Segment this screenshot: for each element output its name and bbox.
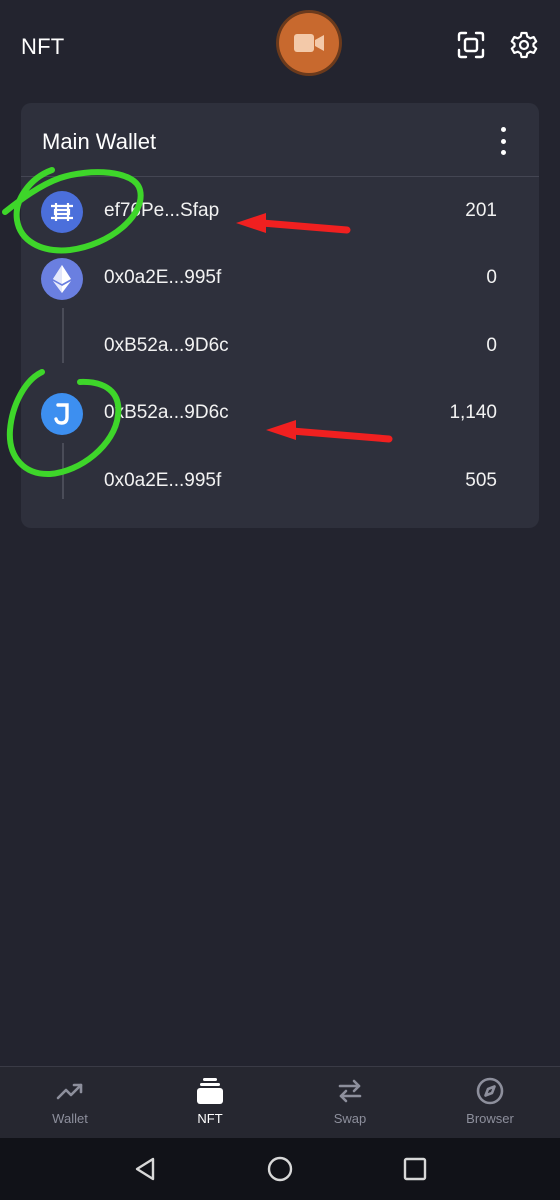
page-title: NFT bbox=[21, 34, 65, 59]
more-dot bbox=[500, 150, 506, 155]
divider bbox=[21, 176, 539, 177]
nav-label: Swap bbox=[333, 1111, 367, 1126]
wallet-address: 0xB52a...9D6c bbox=[104, 402, 229, 423]
wallet-row[interactable]: 0xB52a...9D6c 1,140 bbox=[21, 385, 539, 445]
wallet-card: Main Wallet ef76Pe...Sfap 201 0x0a2E...9… bbox=[21, 103, 539, 528]
system-nav-bar bbox=[0, 1138, 560, 1200]
wallet-amount: 0 bbox=[486, 335, 497, 356]
layers-coin-icon bbox=[41, 191, 83, 233]
system-home-button[interactable] bbox=[265, 1154, 295, 1184]
system-recents-button[interactable] bbox=[400, 1154, 430, 1184]
nav-wallet[interactable]: Wallet bbox=[0, 1067, 140, 1139]
top-bar: NFT bbox=[0, 0, 560, 96]
nav-label: Browser bbox=[466, 1111, 514, 1126]
screen-record-button[interactable] bbox=[279, 13, 339, 73]
wallet-address: 0x0a2E...995f bbox=[104, 470, 222, 491]
video-camera-icon bbox=[294, 34, 324, 52]
back-triangle-icon bbox=[135, 1157, 155, 1181]
wallet-amount: 201 bbox=[465, 200, 497, 221]
nav-label: Wallet bbox=[52, 1111, 88, 1126]
gear-icon bbox=[510, 31, 538, 59]
wallet-amount: 0 bbox=[486, 267, 497, 288]
ethereum-icon bbox=[41, 258, 83, 300]
nav-label: NFT bbox=[197, 1111, 223, 1126]
wallet-address: ef76Pe...Sfap bbox=[104, 200, 220, 221]
more-dot bbox=[500, 127, 506, 132]
more-options-button[interactable] bbox=[491, 127, 515, 155]
compass-icon bbox=[476, 1077, 504, 1105]
nav-nft[interactable]: NFT bbox=[140, 1067, 280, 1139]
settings-button[interactable] bbox=[509, 30, 539, 60]
wallet-row[interactable]: 0x0a2E...995f 0 bbox=[21, 250, 539, 310]
system-back-button[interactable] bbox=[130, 1154, 160, 1184]
wallet-row[interactable]: ef76Pe...Sfap 201 bbox=[21, 183, 539, 243]
wallet-row[interactable]: 0x0a2E...995f 505 bbox=[21, 453, 539, 513]
more-dot bbox=[500, 138, 506, 144]
stack-icon bbox=[196, 1077, 224, 1105]
scan-icon bbox=[457, 31, 485, 59]
wallet-address: 0x0a2E...995f bbox=[104, 267, 222, 288]
home-circle-icon bbox=[267, 1156, 293, 1182]
trending-up-icon bbox=[56, 1077, 84, 1105]
wallet-row[interactable]: 0xB52a...9D6c 0 bbox=[21, 318, 539, 378]
swap-arrows-icon bbox=[336, 1077, 364, 1105]
bottom-nav: Wallet NFT Swap Browser bbox=[0, 1066, 560, 1138]
wallet-amount: 1,140 bbox=[449, 402, 497, 423]
nav-browser[interactable]: Browser bbox=[420, 1067, 560, 1139]
j-coin-icon bbox=[41, 393, 83, 435]
wallet-address: 0xB52a...9D6c bbox=[104, 335, 229, 356]
nav-swap[interactable]: Swap bbox=[280, 1067, 420, 1139]
recents-square-icon bbox=[403, 1157, 427, 1181]
wallet-name: Main Wallet bbox=[42, 129, 157, 154]
scan-button[interactable] bbox=[456, 30, 486, 60]
wallet-amount: 505 bbox=[465, 470, 497, 491]
